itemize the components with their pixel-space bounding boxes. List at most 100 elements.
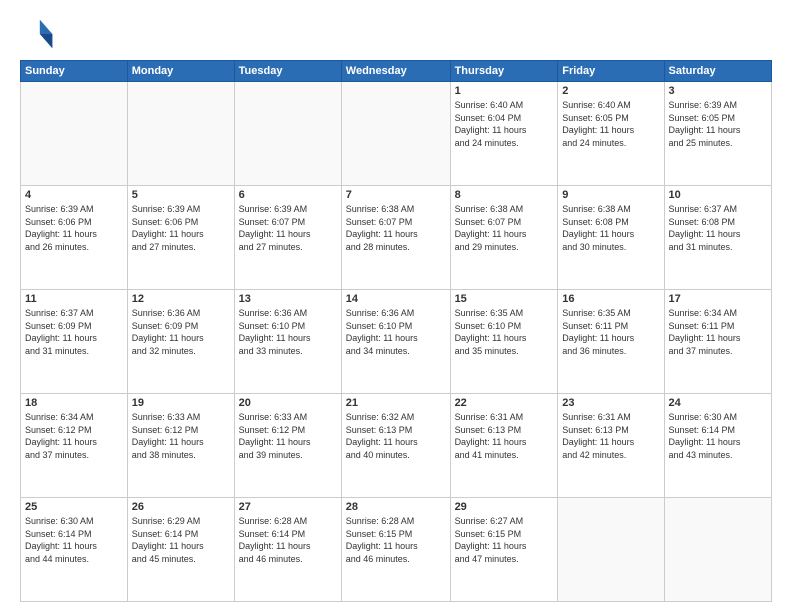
day-cell — [127, 82, 234, 186]
day-cell — [234, 82, 341, 186]
day-cell: 20 Sunrise: 6:33 AM Sunset: 6:12 PM Dayli… — [234, 394, 341, 498]
day-number: 12 — [132, 293, 230, 305]
week-row-4: 25 Sunrise: 6:30 AM Sunset: 6:14 PM Dayli… — [21, 498, 772, 602]
day-info: Sunrise: 6:39 AM Sunset: 6:06 PM Dayligh… — [132, 203, 230, 253]
day-cell: 17 Sunrise: 6:34 AM Sunset: 6:11 PM Dayli… — [664, 290, 771, 394]
week-row-1: 4 Sunrise: 6:39 AM Sunset: 6:06 PM Daylig… — [21, 186, 772, 290]
day-cell: 12 Sunrise: 6:36 AM Sunset: 6:09 PM Dayli… — [127, 290, 234, 394]
day-number: 23 — [562, 397, 659, 409]
day-cell: 28 Sunrise: 6:28 AM Sunset: 6:15 PM Dayli… — [341, 498, 450, 602]
day-info: Sunrise: 6:36 AM Sunset: 6:09 PM Dayligh… — [132, 307, 230, 357]
weekday-thursday: Thursday — [450, 61, 558, 82]
day-number: 15 — [455, 293, 554, 305]
weekday-tuesday: Tuesday — [234, 61, 341, 82]
day-info: Sunrise: 6:28 AM Sunset: 6:15 PM Dayligh… — [346, 515, 446, 565]
day-cell: 6Sunrise: 6:39 AM Sunset: 6:07 PM Daylig… — [234, 186, 341, 290]
logo — [20, 16, 60, 52]
day-cell: 10 Sunrise: 6:37 AM Sunset: 6:08 PM Dayli… — [664, 186, 771, 290]
day-cell: 9 Sunrise: 6:38 AM Sunset: 6:08 PM Daylig… — [558, 186, 664, 290]
day-info: Sunrise: 6:40 AM Sunset: 6:05 PM Dayligh… — [562, 99, 659, 149]
day-info: Sunrise: 6:35 AM Sunset: 6:10 PM Dayligh… — [455, 307, 554, 357]
day-cell — [341, 82, 450, 186]
day-info: Sunrise: 6:37 AM Sunset: 6:09 PM Dayligh… — [25, 307, 123, 357]
day-info: Sunrise: 6:33 AM Sunset: 6:12 PM Dayligh… — [239, 411, 337, 461]
day-number: 24 — [669, 397, 767, 409]
day-info: Sunrise: 6:29 AM Sunset: 6:14 PM Dayligh… — [132, 515, 230, 565]
day-cell: 11 Sunrise: 6:37 AM Sunset: 6:09 PM Dayli… — [21, 290, 128, 394]
page: SundayMondayTuesdayWednesdayThursdayFrid… — [0, 0, 792, 612]
day-number: 18 — [25, 397, 123, 409]
weekday-sunday: Sunday — [21, 61, 128, 82]
day-cell: 13Sunrise: 6:36 AM Sunset: 6:10 PM Dayli… — [234, 290, 341, 394]
day-info: Sunrise: 6:34 AM Sunset: 6:11 PM Dayligh… — [669, 307, 767, 357]
day-cell: 5 Sunrise: 6:39 AM Sunset: 6:06 PM Daylig… — [127, 186, 234, 290]
weekday-monday: Monday — [127, 61, 234, 82]
day-number: 4 — [25, 189, 123, 201]
day-info: Sunrise: 6:36 AM Sunset: 6:10 PM Dayligh… — [239, 307, 337, 357]
weekday-header-row: SundayMondayTuesdayWednesdayThursdayFrid… — [21, 61, 772, 82]
day-number: 20 — [239, 397, 337, 409]
day-number: 2 — [562, 85, 659, 97]
day-cell — [558, 498, 664, 602]
day-info: Sunrise: 6:30 AM Sunset: 6:14 PM Dayligh… — [669, 411, 767, 461]
weekday-saturday: Saturday — [664, 61, 771, 82]
day-number: 29 — [455, 501, 554, 513]
day-number: 6 — [239, 189, 337, 201]
day-cell: 18 Sunrise: 6:34 AM Sunset: 6:12 PM Dayli… — [21, 394, 128, 498]
day-cell: 24 Sunrise: 6:30 AM Sunset: 6:14 PM Dayli… — [664, 394, 771, 498]
week-row-3: 18 Sunrise: 6:34 AM Sunset: 6:12 PM Dayli… — [21, 394, 772, 498]
day-cell: 27 Sunrise: 6:28 AM Sunset: 6:14 PM Dayli… — [234, 498, 341, 602]
day-number: 7 — [346, 189, 446, 201]
day-number: 22 — [455, 397, 554, 409]
week-row-0: 1 Sunrise: 6:40 AM Sunset: 6:04 PM Daylig… — [21, 82, 772, 186]
day-info: Sunrise: 6:27 AM Sunset: 6:15 PM Dayligh… — [455, 515, 554, 565]
day-number: 1 — [455, 85, 554, 97]
day-number: 14 — [346, 293, 446, 305]
header — [20, 16, 772, 52]
day-cell: 15 Sunrise: 6:35 AM Sunset: 6:10 PM Dayli… — [450, 290, 558, 394]
day-info: Sunrise: 6:28 AM Sunset: 6:14 PM Dayligh… — [239, 515, 337, 565]
weekday-wednesday: Wednesday — [341, 61, 450, 82]
day-number: 9 — [562, 189, 659, 201]
day-number: 10 — [669, 189, 767, 201]
day-cell: 2 Sunrise: 6:40 AM Sunset: 6:05 PM Daylig… — [558, 82, 664, 186]
day-info: Sunrise: 6:38 AM Sunset: 6:07 PM Dayligh… — [455, 203, 554, 253]
day-info: Sunrise: 6:38 AM Sunset: 6:08 PM Dayligh… — [562, 203, 659, 253]
day-number: 3 — [669, 85, 767, 97]
day-cell: 25 Sunrise: 6:30 AM Sunset: 6:14 PM Dayli… — [21, 498, 128, 602]
logo-icon — [20, 16, 56, 52]
week-row-2: 11 Sunrise: 6:37 AM Sunset: 6:09 PM Dayli… — [21, 290, 772, 394]
day-info: Sunrise: 6:39 AM Sunset: 6:05 PM Dayligh… — [669, 99, 767, 149]
day-number: 11 — [25, 293, 123, 305]
day-cell: 4Sunrise: 6:39 AM Sunset: 6:06 PM Daylig… — [21, 186, 128, 290]
day-cell — [664, 498, 771, 602]
day-cell: 26 Sunrise: 6:29 AM Sunset: 6:14 PM Dayli… — [127, 498, 234, 602]
day-number: 26 — [132, 501, 230, 513]
day-cell — [21, 82, 128, 186]
day-number: 8 — [455, 189, 554, 201]
day-number: 19 — [132, 397, 230, 409]
calendar: SundayMondayTuesdayWednesdayThursdayFrid… — [20, 60, 772, 602]
day-info: Sunrise: 6:31 AM Sunset: 6:13 PM Dayligh… — [455, 411, 554, 461]
day-info: Sunrise: 6:33 AM Sunset: 6:12 PM Dayligh… — [132, 411, 230, 461]
day-info: Sunrise: 6:30 AM Sunset: 6:14 PM Dayligh… — [25, 515, 123, 565]
day-number: 16 — [562, 293, 659, 305]
day-number: 28 — [346, 501, 446, 513]
day-number: 17 — [669, 293, 767, 305]
day-cell: 8 Sunrise: 6:38 AM Sunset: 6:07 PM Daylig… — [450, 186, 558, 290]
day-cell: 1 Sunrise: 6:40 AM Sunset: 6:04 PM Daylig… — [450, 82, 558, 186]
day-info: Sunrise: 6:35 AM Sunset: 6:11 PM Dayligh… — [562, 307, 659, 357]
day-number: 27 — [239, 501, 337, 513]
day-cell: 29 Sunrise: 6:27 AM Sunset: 6:15 PM Dayli… — [450, 498, 558, 602]
day-cell: 14 Sunrise: 6:36 AM Sunset: 6:10 PM Dayli… — [341, 290, 450, 394]
day-info: Sunrise: 6:36 AM Sunset: 6:10 PM Dayligh… — [346, 307, 446, 357]
day-number: 5 — [132, 189, 230, 201]
day-info: Sunrise: 6:37 AM Sunset: 6:08 PM Dayligh… — [669, 203, 767, 253]
day-info: Sunrise: 6:32 AM Sunset: 6:13 PM Dayligh… — [346, 411, 446, 461]
day-info: Sunrise: 6:34 AM Sunset: 6:12 PM Dayligh… — [25, 411, 123, 461]
day-info: Sunrise: 6:40 AM Sunset: 6:04 PM Dayligh… — [455, 99, 554, 149]
day-number: 25 — [25, 501, 123, 513]
calendar-table: SundayMondayTuesdayWednesdayThursdayFrid… — [20, 60, 772, 602]
weekday-friday: Friday — [558, 61, 664, 82]
day-cell: 23Sunrise: 6:31 AM Sunset: 6:13 PM Dayli… — [558, 394, 664, 498]
